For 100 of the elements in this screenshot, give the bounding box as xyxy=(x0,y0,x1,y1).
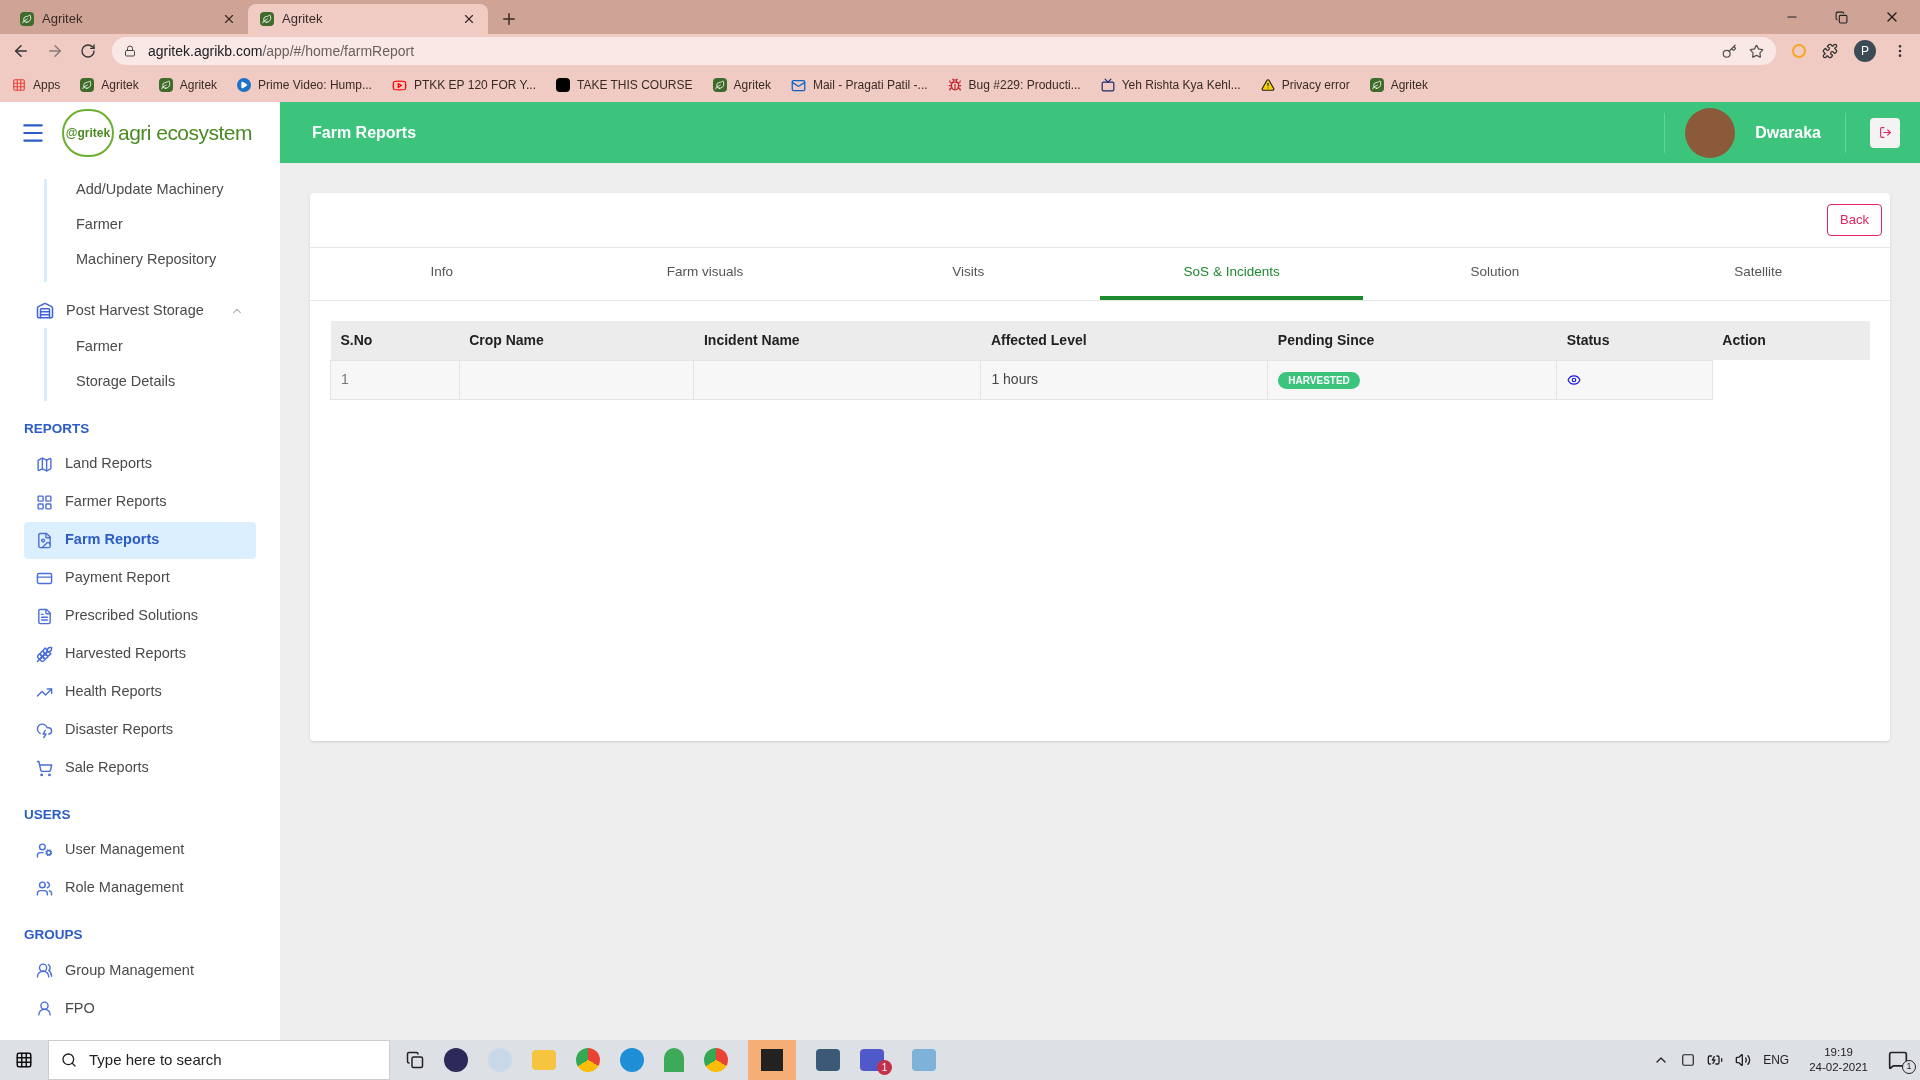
browser-tab[interactable]: Agritek xyxy=(248,4,488,34)
key-icon[interactable] xyxy=(1722,43,1737,59)
section-heading: REPORTS xyxy=(23,419,91,438)
column-header: Crop Name xyxy=(459,321,694,360)
sidebar-item[interactable]: Harvested Reports xyxy=(24,635,256,673)
sidebar-item[interactable]: Prescribed Solutions xyxy=(24,597,256,635)
sidebar-item[interactable]: Group Management xyxy=(24,952,256,989)
sidebar-item[interactable]: Farmer Reports xyxy=(24,483,256,521)
new-tab-icon[interactable] xyxy=(500,10,518,28)
user-name: Dwaraka xyxy=(1755,122,1821,143)
submenu-item[interactable]: Machinery Repository xyxy=(76,248,280,271)
view-icon[interactable] xyxy=(1567,372,1582,387)
column-header: Action xyxy=(1712,321,1870,360)
group-icon xyxy=(36,962,53,979)
submenu-item[interactable]: Farmer xyxy=(76,213,280,236)
document-icon xyxy=(36,531,53,549)
table-cell: 1 hours xyxy=(980,360,1268,399)
bookmark-item[interactable]: TAKE THIS COURSE xyxy=(555,76,693,94)
storm-icon xyxy=(36,721,53,739)
address-field[interactable]: agritek.agrikb.com/app/#/home/farmReport xyxy=(112,37,1776,65)
bookmark-item[interactable]: Apps xyxy=(12,76,61,94)
bookmark-item[interactable]: Mail - Pragati Patil -... xyxy=(790,76,928,94)
language-indicator[interactable]: ENG xyxy=(1763,1051,1790,1069)
tab[interactable]: Solution xyxy=(1363,248,1627,300)
notification-icon[interactable] xyxy=(1888,1050,1908,1070)
clock[interactable]: 19:19 24-02-2021 xyxy=(1801,1045,1876,1075)
tab[interactable]: Satellite xyxy=(1626,248,1890,300)
file-icon xyxy=(36,607,53,625)
tab[interactable]: SoS & Incidents xyxy=(1100,248,1364,300)
warehouse-icon xyxy=(36,302,54,321)
windows-start-icon[interactable] xyxy=(15,1051,33,1069)
puzzle-icon[interactable] xyxy=(1822,43,1838,59)
back-button[interactable]: Back xyxy=(1827,204,1882,236)
tab-title: Agritek xyxy=(42,10,84,29)
bookmark-item[interactable]: Agritek xyxy=(80,76,139,94)
sidebar-item[interactable]: Payment Report xyxy=(24,559,256,597)
bookmark-item[interactable]: Privacy error xyxy=(1260,76,1350,94)
taskbar-search-field[interactable]: Type here to search xyxy=(48,1040,390,1080)
logo: @gritek agri ecosystem xyxy=(62,108,252,157)
leaf-favicon-icon xyxy=(1369,78,1384,92)
logout-icon xyxy=(1878,126,1892,139)
search-icon xyxy=(61,1052,77,1068)
leaf-favicon-icon xyxy=(158,78,173,92)
bookmark-item[interactable]: Prime Video: Hump... xyxy=(237,76,372,94)
bug-icon xyxy=(947,78,962,92)
lock-icon xyxy=(124,45,136,57)
battery-icon[interactable] xyxy=(1707,1052,1724,1068)
play-icon xyxy=(237,78,252,92)
tab-title: Agritek xyxy=(282,10,324,29)
status-badge: HARVESTED xyxy=(1278,372,1360,389)
bookmark-item[interactable]: Yeh Rishta Kya Kehl... xyxy=(1100,76,1241,94)
wheat-icon xyxy=(36,645,53,663)
bookmark-item[interactable]: PTKK EP 120 FOR Y... xyxy=(391,76,536,94)
volume-icon[interactable] xyxy=(1735,1052,1752,1068)
map-icon xyxy=(36,455,53,473)
logout-button[interactable] xyxy=(1870,117,1900,148)
tab[interactable]: Farm visuals xyxy=(573,248,837,300)
submenu-item[interactable]: Storage Details xyxy=(76,371,280,393)
close-icon[interactable] xyxy=(462,12,476,26)
column-header: Pending Since xyxy=(1267,321,1557,360)
profile-avatar[interactable]: P xyxy=(1854,40,1876,62)
table-cell: 1 xyxy=(330,360,460,399)
browser-tab[interactable]: Agritek xyxy=(8,4,248,34)
user-gear-icon xyxy=(36,841,53,859)
cart-icon xyxy=(36,759,53,777)
sidebar-item[interactable]: User Management xyxy=(24,831,256,869)
leaf-favicon-icon xyxy=(20,12,34,26)
restore-icon[interactable] xyxy=(1835,10,1848,24)
section-heading: USERS xyxy=(23,806,72,824)
bookmark-item[interactable]: Agritek xyxy=(712,76,771,94)
sidebar-item[interactable]: FPO xyxy=(24,990,256,1027)
tab[interactable]: Info xyxy=(310,248,574,300)
sidebar-item[interactable]: Disaster Reports xyxy=(24,711,256,749)
video-icon xyxy=(391,77,407,93)
close-icon[interactable] xyxy=(222,12,236,26)
star-icon[interactable] xyxy=(1749,43,1764,59)
warning-icon xyxy=(1260,78,1275,92)
submenu-item[interactable]: Farmer xyxy=(76,336,280,358)
forward-arrow-icon[interactable] xyxy=(46,42,64,60)
bookmark-item[interactable]: Bug #229: Producti... xyxy=(947,76,1081,94)
bookmark-item[interactable]: Agritek xyxy=(158,76,218,94)
page-title: Farm Reports xyxy=(312,122,418,143)
sidebar-item[interactable]: Health Reports xyxy=(24,673,256,711)
sidebar-item[interactable]: Land Reports xyxy=(24,445,256,483)
column-header: Incident Name xyxy=(693,321,981,360)
menu-group[interactable]: Post Harvest Storage xyxy=(0,294,280,329)
grid-icon xyxy=(36,493,53,511)
leaf-favicon-icon xyxy=(260,12,274,26)
task-view-icon[interactable] xyxy=(406,1051,424,1069)
notification-count: 1 xyxy=(1902,1060,1916,1074)
sidebar-item[interactable]: Farm Reports xyxy=(24,521,256,559)
tab[interactable]: Visits xyxy=(836,248,1100,300)
submenu-item[interactable]: Add/Update Machinery xyxy=(76,179,280,201)
sidebar-item[interactable]: Role Management xyxy=(24,869,256,907)
reload-icon[interactable] xyxy=(80,43,96,59)
column-header: S.No xyxy=(330,321,460,360)
bookmark-item[interactable]: Agritek xyxy=(1369,76,1429,94)
notification-badge: 1 xyxy=(877,1060,892,1075)
sidebar-item[interactable]: Sale Reports xyxy=(24,749,256,787)
column-header: Status xyxy=(1556,321,1713,360)
